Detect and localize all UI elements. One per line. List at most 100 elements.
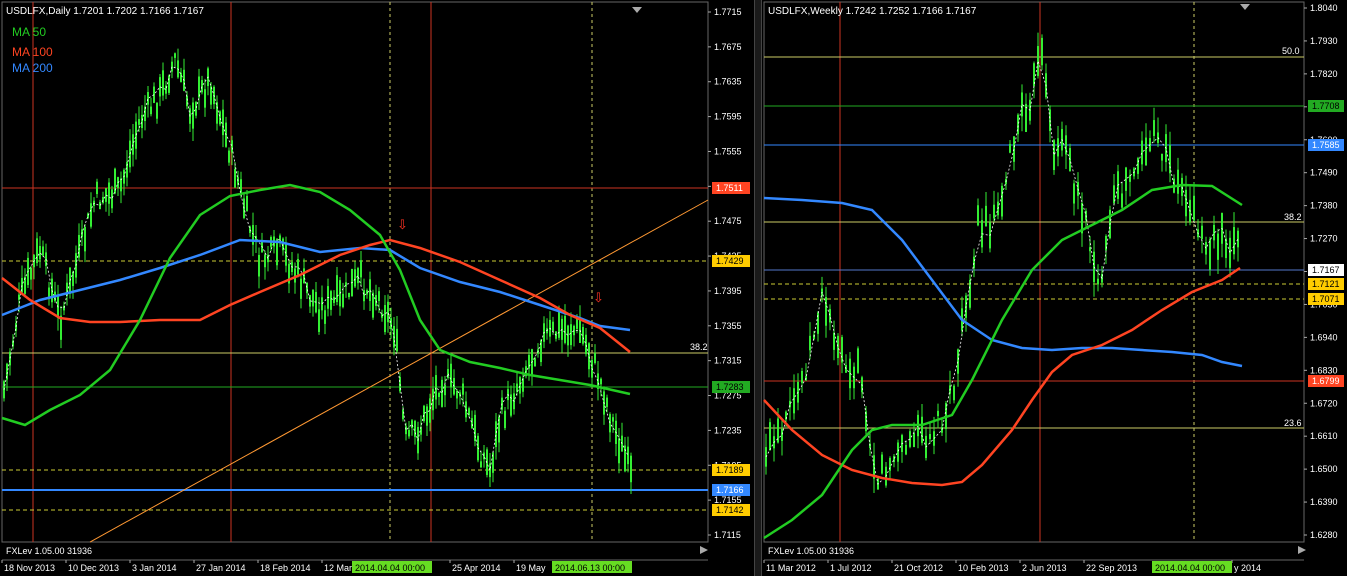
daily-candle-body — [39, 245, 41, 260]
daily-candle-body — [321, 297, 323, 311]
daily-chart-panel[interactable]: 38.2 ⇩ ⇩ USDLFX,Daily 1.7201 1.7202 1.71… — [0, 0, 754, 576]
weekly-candle-body — [1057, 138, 1059, 157]
daily-candle-body — [489, 463, 491, 478]
daily-time-label: 12 Mar — [324, 563, 352, 573]
daily-crosshair-time-text: 2014.06.13 00:00 — [555, 563, 625, 573]
weekly-price-tick-label: 1.6940 — [1310, 332, 1338, 342]
weekly-candle-body — [905, 444, 907, 455]
weekly-candle-body — [977, 205, 979, 226]
daily-candle-body — [330, 291, 332, 310]
daily-candle-body — [141, 114, 143, 129]
daily-candle-body — [150, 106, 152, 115]
daily-price-tick-label: 1.7675 — [714, 42, 742, 52]
daily-candle-body — [219, 111, 221, 125]
daily-candle-body — [585, 334, 587, 355]
daily-time-label: 27 Jan 2014 — [196, 563, 246, 573]
weekly-candlesticks — [765, 32, 1239, 493]
weekly-price-tick-label: 1.7820 — [1310, 69, 1338, 79]
weekly-time-axis[interactable]: 11 Mar 2012 1 Jul 2012 21 Oct 2012 10 Feb 2… — [763, 560, 1261, 573]
daily-level-labels: 1.7511 1.7429 1.7283 1.7189 1.7166 1.7142 — [712, 182, 750, 516]
weekly-candle-body — [1217, 233, 1219, 260]
daily-candle-body — [438, 392, 440, 398]
daily-level-value: 1.7142 — [716, 505, 744, 515]
daily-candle-body — [42, 246, 44, 256]
daily-time-label: 18 Feb 2014 — [260, 563, 311, 573]
weekly-ma200-line — [763, 196, 1243, 368]
weekly-candle-body — [781, 428, 783, 441]
weekly-price-tick-label: 1.6280 — [1310, 530, 1338, 540]
daily-candle-body — [462, 383, 464, 395]
panel-divider[interactable] — [754, 0, 762, 576]
weekly-candle-body — [1041, 37, 1043, 66]
weekly-candle-body — [985, 205, 987, 227]
daily-vertical-lines — [32, 2, 593, 542]
daily-time-axis[interactable]: 18 Nov 2013 10 Dec 2013 3 Jan 2014 27 Jan 2… — [1, 560, 632, 573]
daily-candle-body — [573, 325, 575, 336]
daily-candle-body — [96, 181, 98, 195]
daily-scroll-triangle-icon[interactable] — [632, 7, 642, 13]
daily-price-axis[interactable]: 1.77151.76751.76351.75951.75551.75151.74… — [708, 7, 742, 540]
daily-sell-arrow-2: ⇩ — [593, 290, 604, 305]
weekly-ma50-line — [763, 183, 1243, 540]
weekly-candle-body — [857, 348, 859, 373]
daily-candle-body — [534, 358, 536, 367]
daily-level-value: 1.7511 — [716, 183, 743, 193]
weekly-price-tick-label: 1.6500 — [1310, 464, 1338, 474]
daily-candle-body — [435, 375, 437, 400]
daily-candle-body — [318, 309, 320, 332]
weekly-candle-body — [1237, 230, 1239, 248]
daily-level-value: 1.7189 — [716, 465, 744, 475]
weekly-scroll-triangle-icon[interactable] — [1240, 4, 1250, 10]
weekly-candle-body — [1177, 169, 1179, 194]
daily-price-tick-label: 1.7315 — [714, 356, 742, 366]
weekly-crosshair-time-text: 2014.04.04 00:00 — [1155, 563, 1225, 573]
weekly-price-tick-label: 1.6830 — [1310, 365, 1338, 375]
daily-candle-body — [336, 275, 338, 303]
daily-candle-body — [324, 310, 326, 324]
weekly-price-tick-label: 1.8040 — [1310, 3, 1338, 13]
weekly-level-value: 1.7071 — [1312, 294, 1340, 304]
weekly-price-tick-label: 1.6720 — [1310, 398, 1338, 408]
daily-time-label: 18 Nov 2013 — [4, 563, 55, 573]
daily-candle-body — [78, 234, 80, 258]
daily-candle-body — [168, 75, 170, 93]
daily-dotted-average — [3, 66, 629, 472]
daily-candle-body — [111, 189, 113, 209]
weekly-candle-body — [881, 454, 883, 474]
daily-shift-arrow-icon[interactable] — [700, 546, 708, 554]
weekly-time-label: 21 Oct 2012 — [894, 563, 943, 573]
weekly-chart-svg[interactable]: 50.0 38.2 23.6 USDLFX,Weekly 1.7242 1.72… — [762, 0, 1347, 576]
daily-candle-body — [600, 378, 602, 385]
daily-candle-body — [375, 295, 377, 306]
daily-candle-body — [408, 429, 410, 437]
weekly-candle-body — [897, 442, 899, 462]
daily-chart-svg[interactable]: 38.2 ⇩ ⇩ USDLFX,Daily 1.7201 1.7202 1.71… — [0, 0, 754, 576]
weekly-time-label: 1 Jul 2012 — [830, 563, 872, 573]
daily-candle-body — [354, 269, 356, 287]
daily-symbol-label: USDLFX,Daily 1.7201 1.7202 1.7166 1.7167 — [6, 6, 204, 17]
weekly-candle-body — [793, 388, 795, 414]
daily-candle-body — [132, 134, 134, 155]
weekly-candle-body — [833, 332, 835, 350]
daily-fib-label: 38.2 — [690, 342, 708, 352]
weekly-candle-body — [937, 410, 939, 417]
weekly-candle-body — [1229, 237, 1231, 268]
daily-time-label: 3 Jan 2014 — [132, 563, 177, 573]
weekly-fib-50: 50.0 — [1282, 46, 1300, 56]
weekly-candle-body — [921, 416, 923, 443]
weekly-candle-body — [769, 422, 771, 451]
daily-candle-body — [312, 289, 314, 307]
daily-candle-body — [216, 102, 218, 124]
daily-candle-body — [594, 353, 596, 364]
daily-price-tick-label: 1.7115 — [714, 530, 741, 540]
weekly-chart-panel[interactable]: 50.0 38.2 23.6 USDLFX,Weekly 1.7242 1.72… — [762, 0, 1347, 576]
daily-candle-body — [90, 203, 92, 227]
daily-candle-body — [297, 258, 299, 275]
daily-level-value: 1.7166 — [716, 485, 744, 495]
weekly-candle-body — [1097, 278, 1099, 285]
daily-candle-body — [264, 254, 266, 268]
daily-price-tick-label: 1.7555 — [714, 146, 742, 156]
daily-candle-body — [348, 292, 350, 298]
weekly-shift-arrow-icon[interactable] — [1298, 546, 1306, 554]
weekly-price-tick-label: 1.6610 — [1310, 431, 1338, 441]
